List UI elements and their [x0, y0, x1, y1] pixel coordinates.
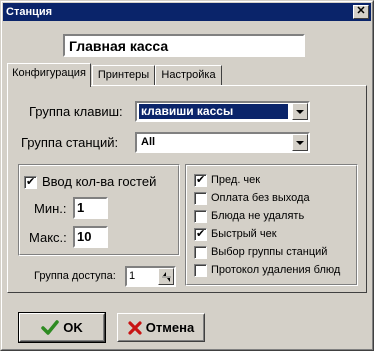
option-checkbox[interactable] [194, 210, 207, 223]
spin-arrows-icon[interactable] [158, 268, 174, 285]
station-group-value: All [141, 136, 156, 148]
station-dialog: Станция ✕ Главная касса Конфигурация При… [0, 0, 374, 351]
min-label: Мин.: [34, 201, 67, 216]
key-group-value: клавиши кассы [139, 104, 288, 119]
option-checkbox[interactable] [194, 246, 207, 259]
option-checkbox[interactable] [194, 192, 207, 205]
key-group-select[interactable]: клавиши кассы [135, 101, 310, 122]
option-label: Оплата без выхода [211, 192, 310, 204]
option-checkbox[interactable] [194, 264, 207, 277]
option-label: Выбор группы станций [211, 246, 328, 258]
key-group-label: Группа клавиш: [29, 104, 123, 119]
station-group-label: Группа станций: [21, 135, 119, 150]
option-label: Блюда не удалять [211, 210, 305, 222]
chevron-down-icon[interactable] [292, 134, 308, 151]
configuration-content: Группа клавиш: клавиши кассы Группа стан… [1, 1, 374, 351]
option-checkbox[interactable] [194, 227, 207, 241]
option-label: Быстрый чек [211, 228, 277, 240]
chevron-down-icon[interactable] [292, 103, 308, 120]
option-label: Пред. чек [211, 174, 261, 186]
min-input[interactable]: 1 [73, 197, 108, 219]
guest-count-checkbox[interactable] [24, 175, 37, 189]
option-label: Протокол удаления блюд [211, 264, 341, 276]
station-group-select[interactable]: All [135, 132, 310, 153]
max-input[interactable]: 10 [73, 226, 108, 248]
access-group-spinner[interactable]: 1 [125, 266, 176, 287]
guest-count-label: Ввод кол-ва гостей [42, 174, 157, 189]
access-group-label: Группа доступа: [34, 270, 116, 282]
access-group-value: 1 [129, 270, 136, 282]
max-label: Макс.: [29, 230, 67, 245]
option-checkbox[interactable] [194, 173, 207, 187]
